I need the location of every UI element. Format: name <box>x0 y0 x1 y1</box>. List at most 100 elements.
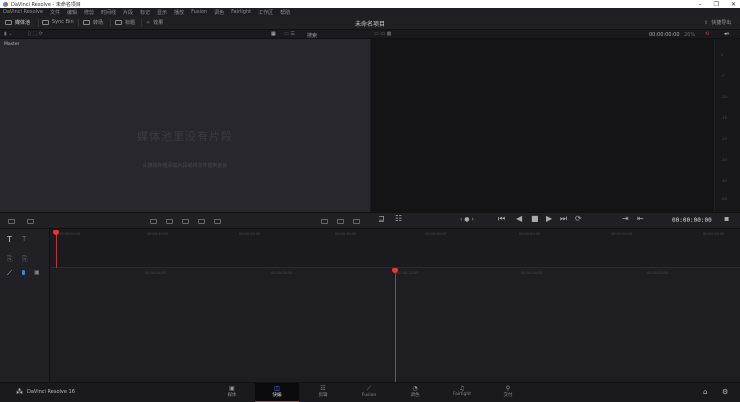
deliver-page-icon: ⚲ <box>505 385 511 392</box>
ruler-label: 00:00:04:00 <box>145 271 167 275</box>
ruler-label: 00:01:10:00 <box>703 232 725 236</box>
tool-icon[interactable] <box>321 219 328 224</box>
ruler-label: 00:01:00:00 <box>611 232 633 236</box>
tool-row <box>0 212 740 229</box>
sub-toolbar: ▮ ⌄ ▯ ⬚ ⟳ ▦ ▭ ☰ 搜索 ▭ ▭ ▩ 00:00:00:00 26%… <box>0 30 740 39</box>
fairlight-page-icon: ♫ <box>459 385 465 392</box>
color-page-icon: ◔ <box>412 385 418 392</box>
bin-icons[interactable]: ▯ ⬚ ⟳ <box>28 31 43 37</box>
app-logo-icon <box>3 1 8 7</box>
audio-icon[interactable]: ⟲ <box>705 31 709 37</box>
viewer-mode-icons[interactable]: ▭ ▭ ▩ <box>374 31 391 37</box>
upper-timeline[interactable]: 00:00:00:00 00:00:10:00 00:00:20:00 00:0… <box>51 229 740 268</box>
options-icon[interactable]: ▪ <box>724 214 729 223</box>
title-bar: DaVinci Resolve - 未命名项目 <box>0 0 740 8</box>
menu-playback[interactable]: 播放 <box>174 9 184 16</box>
menu-mark[interactable]: 标记 <box>140 9 150 16</box>
smart-insert-icon[interactable] <box>150 219 157 224</box>
close-button[interactable]: ✕ <box>731 1 736 8</box>
jog-control[interactable]: ‹ ● › <box>460 216 474 223</box>
menu-view[interactable]: 显示 <box>157 9 167 16</box>
media-pool-panel[interactable] <box>0 39 370 212</box>
page-media[interactable]: ▣ 媒体 <box>210 383 254 402</box>
menu-timeline[interactable]: 时间线 <box>101 9 116 16</box>
monitor-icon[interactable]: ▣ <box>34 269 40 276</box>
lock-icon[interactable] <box>22 270 25 275</box>
menu-color[interactable]: 调色 <box>214 9 224 16</box>
menu-edit[interactable]: 编辑 <box>67 9 77 16</box>
track-header-panel: T T ⎘ ⎘ ⟋ ▣ <box>0 229 50 382</box>
loop-button[interactable]: ⟳ <box>575 214 582 223</box>
close-up-icon[interactable] <box>198 219 205 224</box>
page-color[interactable]: ◔ 调色 <box>393 383 437 402</box>
maximize-button[interactable]: ❐ <box>714 1 719 8</box>
media-page-icon: ▣ <box>229 385 235 392</box>
source-tape-icon[interactable]: ⊒ <box>378 214 385 223</box>
go-to-start-button[interactable]: ⏮ <box>498 214 505 224</box>
page-cut[interactable]: ◫ 快编 <box>255 383 299 402</box>
bin-label: Master <box>4 42 20 47</box>
empty-title: 媒体池里没有片段 <box>137 130 233 143</box>
list-view-icon[interactable]: ▭ ☰ <box>284 31 295 37</box>
empty-hint: 从媒体存储添加片段或将文件拖到此处 <box>142 163 228 169</box>
place-on-top-icon[interactable] <box>214 219 221 224</box>
panel-toggle-icon[interactable]: ▮ ⌄ <box>4 31 13 37</box>
audio-meter: 0 -5 -10 -15 -20 -30 -40 -50 <box>714 39 740 212</box>
tool-icon[interactable] <box>353 219 360 224</box>
ruler-label: 00:00:20:00 <box>647 271 669 275</box>
playhead-line <box>395 271 396 382</box>
tool-icon[interactable] <box>337 219 344 224</box>
mark-out-button[interactable]: ⇤ <box>637 214 644 223</box>
ruler-label: 00:00:10:00 <box>147 232 169 236</box>
sort-icon[interactable] <box>27 219 34 224</box>
resolve-logo-icon: ⁂ <box>16 388 23 396</box>
ripple-overwrite-icon[interactable] <box>182 219 189 224</box>
page-edit[interactable]: ☷ 剪辑 <box>301 383 345 402</box>
page-label: Fusion <box>361 393 377 398</box>
go-to-end-button[interactable]: ⏭ <box>560 214 567 224</box>
zoom-select[interactable]: 26% <box>684 32 695 38</box>
ruler-label: 00:00:30:00 <box>335 232 357 236</box>
page-deliver[interactable]: ⚲ 交付 <box>486 383 530 402</box>
split-icon[interactable]: ⎘ <box>22 255 28 264</box>
ruler-label: 00:00:20:00 <box>239 232 261 236</box>
settings-sliders-icon[interactable]: ☷ <box>395 214 402 223</box>
search-input[interactable]: 搜索 <box>307 32 317 39</box>
text-tool-icon[interactable]: T <box>7 235 12 244</box>
menu-davinci[interactable]: DaVinci Resolve <box>3 9 43 15</box>
speaker-icon[interactable]: ◂» <box>724 31 730 37</box>
grid-view-icon[interactable]: ▦ <box>271 31 276 37</box>
import-icon[interactable] <box>8 219 15 224</box>
settings-gear-icon[interactable]: ⚙ <box>722 388 728 396</box>
project-title: 未命名项目 <box>354 21 385 28</box>
brand-label: DaVinci Resolve 16 <box>27 389 75 395</box>
menu-clip[interactable]: 片段 <box>123 9 133 16</box>
menu-trim[interactable]: 修剪 <box>84 9 94 16</box>
audio-trim-icon[interactable]: ⎘ <box>7 255 13 264</box>
stop-button[interactable]: ■ <box>531 214 539 223</box>
lower-timeline[interactable]: 00:00:04:00 00:00:08:00 00:00:12:00 00:0… <box>51 268 740 382</box>
minimize-button[interactable]: – <box>699 1 702 8</box>
edit-page-icon: ☷ <box>320 385 326 392</box>
page-fusion[interactable]: ⟋ Fusion <box>347 383 391 402</box>
reverse-button[interactable]: ◀ <box>516 214 522 223</box>
text-tool-alt-icon[interactable]: T <box>22 235 26 243</box>
page-label: Fairlight <box>452 392 471 397</box>
mark-in-button[interactable]: ⇥ <box>622 214 629 223</box>
page-bar: ▣ 媒体 ◫ 快编 ☷ 剪辑 ⟋ Fusion ◔ 调色 ♫ Fairlight ⚲ 交付 ⌂… <box>0 382 740 402</box>
menu-fusion[interactable]: Fusion <box>191 9 207 15</box>
menu-workspace[interactable]: 工作区 <box>258 9 273 16</box>
append-icon[interactable] <box>166 219 173 224</box>
viewer-timecode: 00:00:00:00 <box>649 32 680 38</box>
home-icon[interactable]: ⌂ <box>703 388 707 396</box>
page-label: 交付 <box>503 393 513 398</box>
menu-file[interactable]: 文件 <box>50 9 60 16</box>
page-fairlight[interactable]: ♫ Fairlight <box>440 383 484 402</box>
viewer[interactable] <box>371 39 714 212</box>
menu-help[interactable]: 帮助 <box>280 9 290 16</box>
meter-tick: -20 <box>721 137 727 141</box>
link-icon[interactable]: ⟋ <box>7 269 12 278</box>
meter-tick: -40 <box>721 179 727 183</box>
menu-fairlight[interactable]: Fairlight <box>231 9 251 15</box>
play-button[interactable]: ▶ <box>546 214 552 223</box>
